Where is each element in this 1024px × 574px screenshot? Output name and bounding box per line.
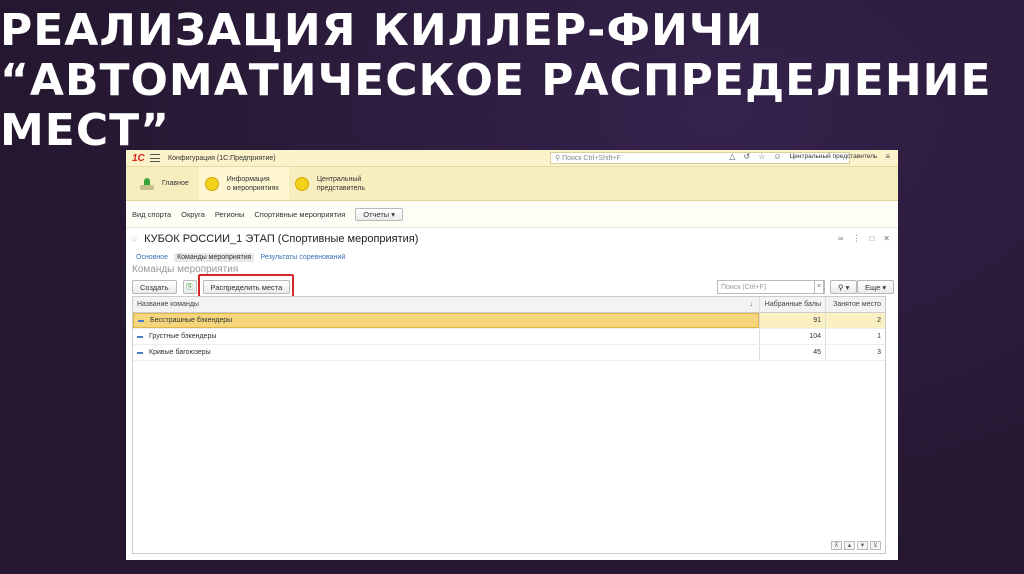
window-controls: ∞ ⋮ □ ✕ bbox=[838, 234, 890, 243]
section-events-info-line-1: Информация bbox=[226, 175, 270, 183]
search-icon: ⚲ bbox=[555, 155, 563, 162]
table-row[interactable]: Грустные бэкендеры 104 1 bbox=[133, 329, 885, 345]
table-row[interactable]: Кривые багоюзеры 45 3 bbox=[133, 345, 885, 361]
commands-bar: Вид спорта Округа Регионы Спортивные мер… bbox=[126, 201, 898, 228]
section-events-info-line-2: о мероприятиях bbox=[226, 184, 279, 192]
star-icon[interactable]: ☆ bbox=[758, 152, 765, 161]
search-button[interactable]: ⚲ ▾ bbox=[830, 280, 858, 294]
cell-score: 91 bbox=[759, 313, 825, 328]
tab-event-teams[interactable]: Команды мероприятия bbox=[174, 252, 255, 262]
close-icon[interactable]: ✕ bbox=[883, 234, 890, 243]
slide-title-line-3: МЕСТ” bbox=[0, 105, 171, 156]
cell-place: 2 bbox=[825, 313, 885, 328]
scroll-top-icon[interactable]: ⊼ bbox=[831, 541, 842, 550]
chevron-down-icon: ▾ bbox=[391, 209, 396, 219]
more-button-label: Еще bbox=[865, 282, 881, 292]
copy-icon[interactable]: ⎘ bbox=[182, 280, 197, 294]
reports-button[interactable]: Отчеты ▾ bbox=[355, 207, 404, 221]
menu-icon[interactable] bbox=[150, 154, 160, 162]
command-sport-events[interactable]: Спортивные мероприятия bbox=[254, 210, 345, 219]
app-logo: 1С bbox=[132, 152, 145, 164]
section-events-info-label: Информация о мероприятиях bbox=[227, 175, 279, 193]
section-central-rep-label: Центральный представитель bbox=[317, 175, 365, 193]
user-icon[interactable]: ☺ bbox=[773, 152, 781, 161]
slide-title-line-1: РЕАЛИЗАЦИЯ КИЛЛЕР-ФИЧИ bbox=[0, 5, 764, 56]
search-icon: ⚲ bbox=[838, 282, 844, 292]
cell-place: 3 bbox=[825, 345, 885, 360]
reports-button-label: Отчеты bbox=[363, 209, 390, 219]
row-marker-icon bbox=[138, 319, 144, 322]
more-button[interactable]: Еще ▾ bbox=[857, 280, 895, 294]
table-row[interactable]: Бесстрашные бэкендеры 91 2 bbox=[133, 313, 885, 329]
document-title: КУБОК РОССИИ_1 ЭТАП (Спортивные мероприя… bbox=[144, 233, 419, 245]
command-regions[interactable]: Регионы bbox=[215, 210, 244, 219]
scroll-down-icon[interactable]: ▼ bbox=[857, 541, 868, 550]
command-districts[interactable]: Округа bbox=[181, 210, 205, 219]
form-tabs: Основное Команды мероприятия Результаты … bbox=[126, 250, 898, 264]
home-icon bbox=[138, 177, 154, 190]
sort-arrow-icon: ↓ bbox=[749, 301, 754, 308]
chevron-down-icon: ▾ bbox=[845, 282, 850, 292]
section-events-info[interactable]: Информация о мероприятиях bbox=[198, 167, 289, 200]
cell-team-name: Бесстрашные бэкендеры bbox=[133, 313, 759, 328]
table-search-input[interactable]: Поиск (Ctrl+F) bbox=[717, 280, 825, 294]
column-header-team-name[interactable]: Название команды ↓ bbox=[133, 297, 759, 312]
slide-title: РЕАЛИЗАЦИЯ КИЛЛЕР-ФИЧИ “АВТОМАТИЧЕСКОЕ Р… bbox=[0, 6, 992, 156]
cell-team-name: Кривые багоюзеры bbox=[133, 345, 759, 360]
teams-table: Название команды ↓ Набранные балы Занято… bbox=[132, 296, 886, 554]
circle-icon bbox=[204, 176, 219, 191]
create-button[interactable]: Создать bbox=[132, 280, 177, 294]
top-bar: 1С Конфигурация (1С:Предприятие) ⚲ Поиск… bbox=[126, 150, 898, 167]
circle-icon bbox=[294, 176, 309, 191]
settings-icon[interactable]: ≡ bbox=[885, 152, 890, 161]
cell-team-name: Грустные бэкендеры bbox=[133, 329, 759, 344]
scroll-bottom-icon[interactable]: ⊻ bbox=[870, 541, 881, 550]
sections-panel: Главное Информация о мероприятиях Центра… bbox=[126, 167, 898, 201]
table-toolbar: Создать ⎘ Распределить места Поиск (Ctrl… bbox=[126, 274, 898, 299]
more-options-icon[interactable]: ⋮ bbox=[852, 234, 860, 243]
section-central-rep-line-2: представитель bbox=[316, 184, 366, 192]
team-name-text: Кривые багоюзеры bbox=[149, 349, 211, 356]
section-central-rep-line-1: Центральный bbox=[316, 175, 362, 183]
row-marker-icon bbox=[137, 351, 143, 354]
cell-score: 104 bbox=[759, 329, 825, 344]
global-search-placeholder: Поиск Ctrl+Shift+F bbox=[562, 154, 621, 162]
document-header: ☆ КУБОК РОССИИ_1 ЭТАП (Спортивные меропр… bbox=[126, 228, 898, 250]
chevron-down-icon: ▾ bbox=[882, 282, 887, 292]
user-name[interactable]: Центральный представитель bbox=[789, 153, 877, 160]
column-header-team-name-label: Название команды bbox=[137, 301, 199, 308]
column-header-place[interactable]: Занятое место bbox=[825, 297, 885, 312]
table-search-placeholder: Поиск (Ctrl+F) bbox=[721, 283, 767, 291]
bell-icon[interactable]: △ bbox=[729, 152, 735, 161]
column-header-score[interactable]: Набранные балы bbox=[759, 297, 825, 312]
team-name-text: Бесстрашные бэкендеры bbox=[150, 317, 233, 324]
cell-score: 45 bbox=[759, 345, 825, 360]
restore-icon[interactable]: □ bbox=[869, 234, 874, 243]
tab-competition-results[interactable]: Результаты соревнований bbox=[260, 254, 345, 261]
command-sport-type[interactable]: Вид спорта bbox=[132, 210, 171, 219]
slide-title-line-2: “АВТОМАТИЧЕСКОЕ РАСПРЕДЕЛЕНИЕ bbox=[0, 55, 992, 106]
section-main[interactable]: Главное bbox=[132, 167, 199, 200]
scroll-up-icon[interactable]: ▲ bbox=[844, 541, 855, 550]
history-icon[interactable]: ↺ bbox=[743, 152, 750, 161]
section-main-label: Главное bbox=[162, 180, 189, 187]
favorite-star-icon[interactable]: ☆ bbox=[130, 234, 138, 245]
row-marker-icon bbox=[137, 335, 143, 338]
app-window: 1С Конфигурация (1С:Предприятие) ⚲ Поиск… bbox=[126, 150, 898, 560]
scroll-controls: ⊼ ▲ ▼ ⊻ bbox=[831, 541, 881, 550]
team-name-text: Грустные бэкендеры bbox=[149, 333, 217, 340]
link-icon[interactable]: ∞ bbox=[838, 234, 844, 243]
cell-place: 1 bbox=[825, 329, 885, 344]
table-header: Название команды ↓ Набранные балы Занято… bbox=[133, 297, 885, 313]
tab-main[interactable]: Основное bbox=[136, 254, 168, 261]
top-icons: △ ↺ ☆ ☺ Центральный представитель ≡ bbox=[729, 152, 890, 161]
app-title: Конфигурация (1С:Предприятие) bbox=[168, 154, 276, 162]
section-central-rep[interactable]: Центральный представитель bbox=[289, 167, 375, 200]
clear-icon[interactable]: × bbox=[814, 280, 824, 294]
